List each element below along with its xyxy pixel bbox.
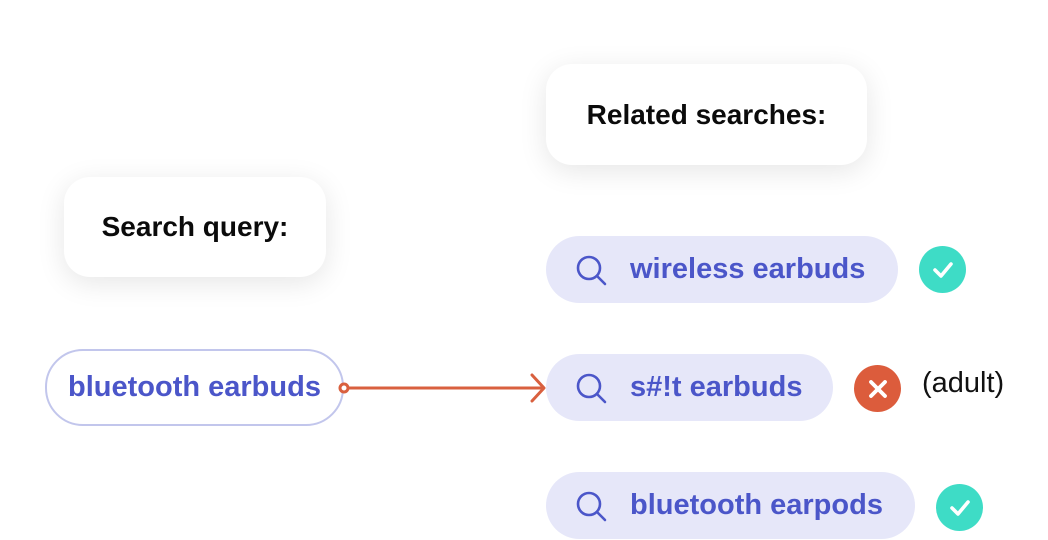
related-search-pill: s#!t earbuds	[546, 354, 833, 421]
search-icon	[576, 255, 607, 285]
rejected-status-badge	[854, 365, 901, 412]
approved-status-badge	[936, 484, 983, 531]
check-icon	[949, 499, 970, 516]
search-icon	[576, 373, 607, 403]
related-search-text: wireless earbuds	[630, 253, 866, 285]
check-icon	[932, 261, 953, 278]
search-query-pill: bluetooth earbuds	[45, 349, 344, 426]
search-query-label: Search query:	[101, 211, 289, 242]
related-searches-label: Related searches:	[586, 98, 827, 130]
related-search-text: s#!t earbuds	[630, 371, 803, 403]
search-query-text: bluetooth earbuds	[68, 371, 321, 403]
search-query-label-card: Search query:	[64, 177, 326, 277]
x-icon	[868, 379, 887, 398]
arrow-start-dot	[338, 382, 350, 394]
related-search-text: bluetooth earpods	[630, 489, 883, 521]
related-search-pill: bluetooth earpods	[546, 472, 915, 539]
rejection-reason-note: (adult)	[922, 367, 1005, 399]
approved-status-badge	[919, 246, 966, 293]
search-icon	[576, 491, 607, 521]
connector-arrow	[338, 373, 546, 403]
related-searches-label-card: Related searches:	[546, 64, 867, 165]
related-search-pill: wireless earbuds	[546, 236, 898, 303]
